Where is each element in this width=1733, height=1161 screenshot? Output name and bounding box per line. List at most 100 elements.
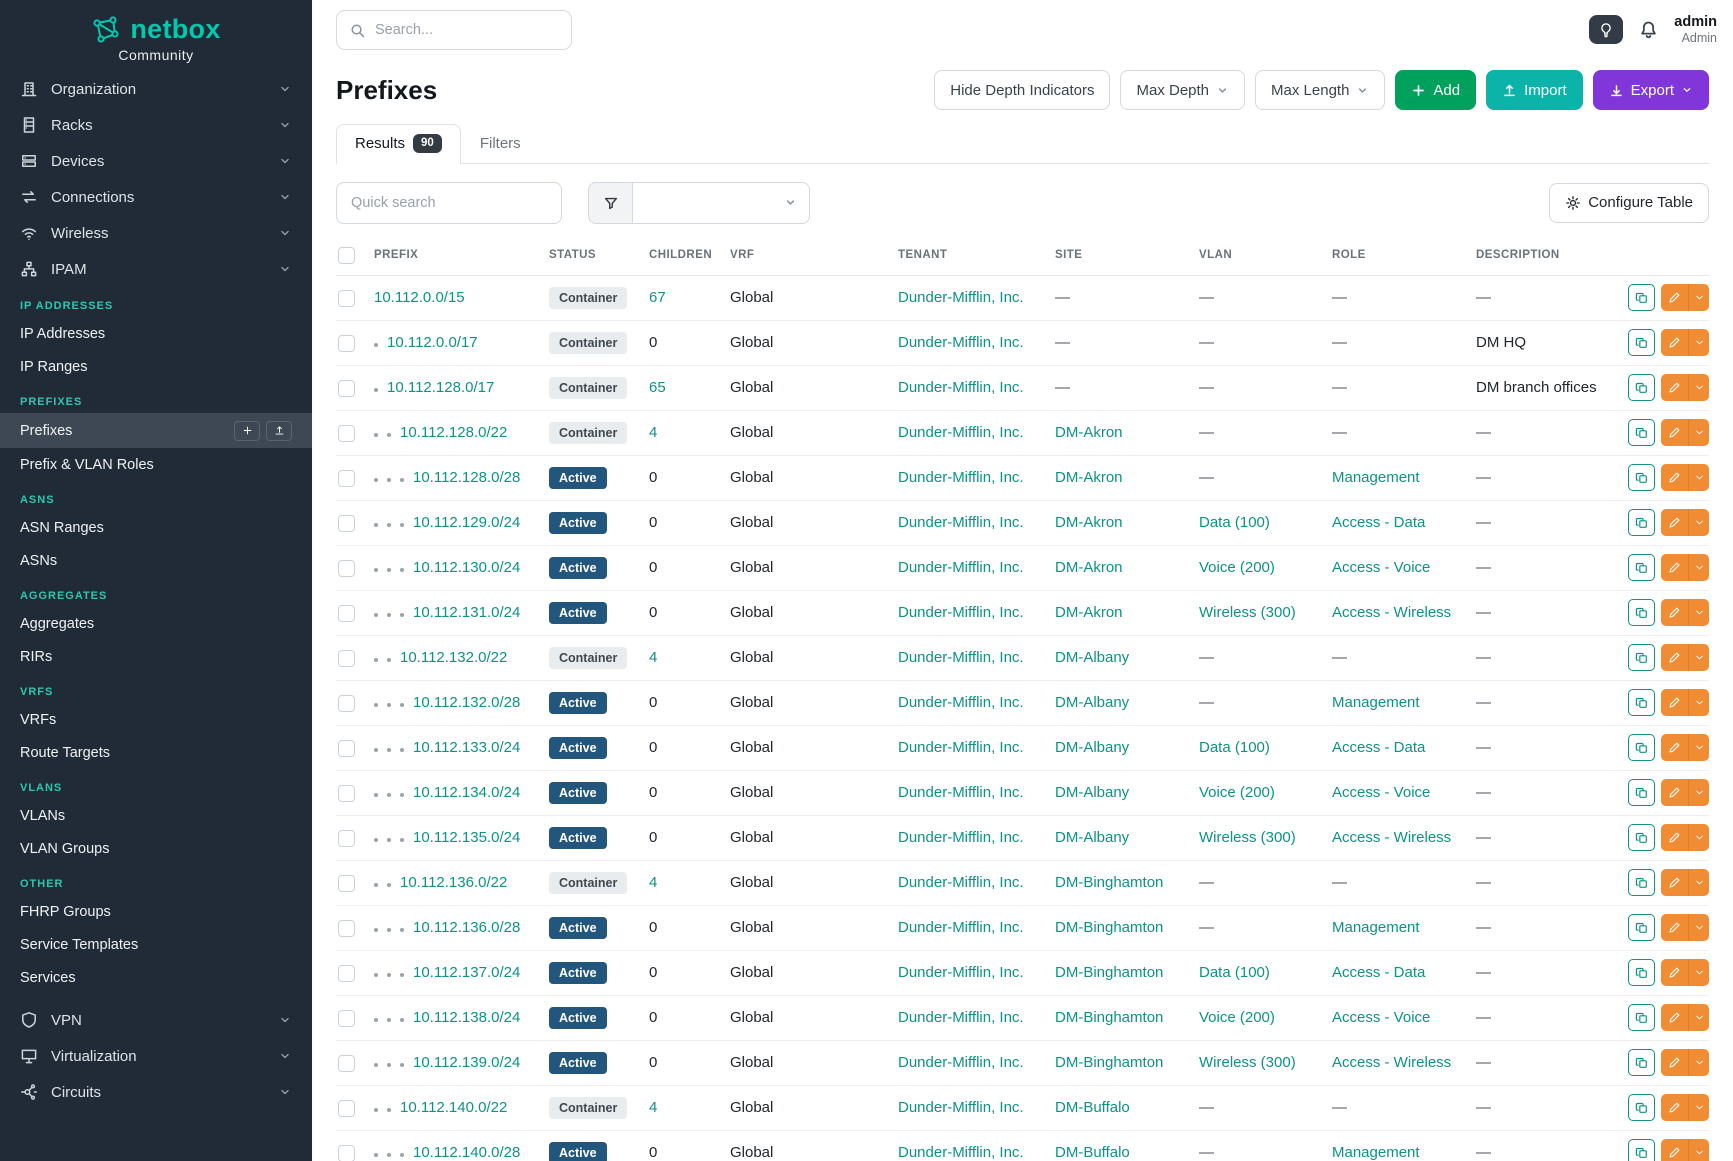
row-checkbox[interactable]	[338, 830, 355, 847]
sidebar-item-devices[interactable]: Devices	[0, 143, 312, 179]
prefix-link[interactable]: 10.112.133.0/24	[413, 739, 520, 756]
prefix-link[interactable]: 10.112.131.0/24	[413, 604, 520, 621]
row-checkbox[interactable]	[338, 605, 355, 622]
row-checkbox[interactable]	[338, 290, 355, 307]
quick-search-input[interactable]	[336, 182, 562, 224]
prefix-link[interactable]: 10.112.140.0/22	[400, 1099, 507, 1116]
copy-button[interactable]	[1628, 509, 1655, 536]
prefix-link[interactable]: 10.112.134.0/24	[413, 784, 520, 801]
select-all-checkbox[interactable]	[338, 247, 355, 264]
row-checkbox[interactable]	[338, 920, 355, 937]
vlan-link[interactable]: Voice (200)	[1199, 1009, 1275, 1026]
sidebar-link-vlans[interactable]: VLANs	[0, 799, 312, 832]
vlan-link[interactable]: Voice (200)	[1199, 784, 1275, 801]
tenant-link[interactable]: Dunder-Mifflin, Inc.	[898, 829, 1024, 846]
sidebar-item-wireless[interactable]: Wireless	[0, 215, 312, 251]
column-header-site[interactable]: Site	[1055, 236, 1199, 276]
column-header-prefix[interactable]: Prefix	[374, 236, 549, 276]
edit-dropdown-button[interactable]	[1688, 464, 1709, 491]
sidebar-item-racks[interactable]: Racks	[0, 107, 312, 143]
edit-dropdown-button[interactable]	[1688, 689, 1709, 716]
copy-button[interactable]	[1628, 914, 1655, 941]
sidebar-item-connections[interactable]: Connections	[0, 179, 312, 215]
vlan-link[interactable]: Wireless (300)	[1199, 604, 1296, 621]
copy-button[interactable]	[1628, 1139, 1655, 1161]
vlan-link[interactable]: Data (100)	[1199, 514, 1270, 531]
tenant-link[interactable]: Dunder-Mifflin, Inc.	[898, 514, 1024, 531]
max-length-dropdown[interactable]: Max Length	[1255, 70, 1385, 110]
site-link[interactable]: DM-Binghamton	[1055, 1054, 1163, 1071]
prefix-link[interactable]: 10.112.136.0/28	[413, 919, 520, 936]
prefix-link[interactable]: 10.112.0.0/17	[387, 334, 478, 351]
edit-button[interactable]	[1661, 509, 1688, 536]
theme-toggle-button[interactable]	[1589, 15, 1623, 44]
edit-button[interactable]	[1661, 689, 1688, 716]
sidebar-link-services[interactable]: Services	[0, 961, 312, 994]
tenant-link[interactable]: Dunder-Mifflin, Inc.	[898, 604, 1024, 621]
prefix-link[interactable]: 10.112.128.0/28	[413, 469, 520, 486]
edit-button[interactable]	[1661, 1139, 1688, 1161]
tenant-link[interactable]: Dunder-Mifflin, Inc.	[898, 964, 1024, 981]
row-checkbox[interactable]	[338, 785, 355, 802]
edit-dropdown-button[interactable]	[1688, 419, 1709, 446]
sidebar-item-organization[interactable]: Organization	[0, 71, 312, 107]
sidebar-item-circuits[interactable]: Circuits	[0, 1074, 312, 1110]
column-header-children[interactable]: Children	[649, 236, 730, 276]
site-link[interactable]: DM-Binghamton	[1055, 874, 1163, 891]
edit-button[interactable]	[1661, 959, 1688, 986]
sidebar-link-ip-addresses[interactable]: IP Addresses	[0, 317, 312, 350]
edit-button[interactable]	[1661, 914, 1688, 941]
sidebar-link-vrfs[interactable]: VRFs	[0, 703, 312, 736]
edit-dropdown-button[interactable]	[1688, 734, 1709, 761]
edit-button[interactable]	[1661, 734, 1688, 761]
children-link[interactable]: 4	[649, 874, 657, 891]
prefix-link[interactable]: 10.112.130.0/24	[413, 559, 520, 576]
edit-dropdown-button[interactable]	[1688, 1049, 1709, 1076]
edit-dropdown-button[interactable]	[1688, 644, 1709, 671]
edit-dropdown-button[interactable]	[1688, 509, 1709, 536]
row-checkbox[interactable]	[338, 650, 355, 667]
role-link[interactable]: Access - Voice	[1332, 1009, 1430, 1026]
export-button[interactable]: Export	[1593, 70, 1709, 110]
children-link[interactable]: 65	[649, 379, 666, 396]
edit-dropdown-button[interactable]	[1688, 1004, 1709, 1031]
role-link[interactable]: Management	[1332, 1144, 1420, 1161]
site-link[interactable]: DM-Buffalo	[1055, 1144, 1130, 1161]
copy-button[interactable]	[1628, 599, 1655, 626]
prefix-link[interactable]: 10.112.137.0/24	[413, 964, 520, 981]
vlan-link[interactable]: Wireless (300)	[1199, 829, 1296, 846]
prefix-link[interactable]: 10.112.135.0/24	[413, 829, 520, 846]
tenant-link[interactable]: Dunder-Mifflin, Inc.	[898, 469, 1024, 486]
tenant-link[interactable]: Dunder-Mifflin, Inc.	[898, 649, 1024, 666]
site-link[interactable]: DM-Akron	[1055, 514, 1123, 531]
tenant-link[interactable]: Dunder-Mifflin, Inc.	[898, 1009, 1024, 1026]
edit-dropdown-button[interactable]	[1688, 959, 1709, 986]
row-checkbox[interactable]	[338, 1145, 355, 1161]
edit-button[interactable]	[1661, 599, 1688, 626]
sidebar-item-vpn[interactable]: VPN	[0, 1002, 312, 1038]
brand-name[interactable]: netbox	[130, 14, 220, 45]
vlan-link[interactable]: Wireless (300)	[1199, 1054, 1296, 1071]
add-button[interactable]: Add	[1395, 70, 1476, 110]
vlan-link[interactable]: Data (100)	[1199, 739, 1270, 756]
edit-button[interactable]	[1661, 464, 1688, 491]
vlan-link[interactable]: Voice (200)	[1199, 559, 1275, 576]
column-header-status[interactable]: Status	[549, 236, 649, 276]
sidebar-link-prefix-vlan-roles[interactable]: Prefix & VLAN Roles	[0, 448, 312, 481]
site-link[interactable]: DM-Buffalo	[1055, 1099, 1130, 1116]
role-link[interactable]: Management	[1332, 469, 1420, 486]
role-link[interactable]: Management	[1332, 919, 1420, 936]
column-header-vlan[interactable]: VLAN	[1199, 236, 1332, 276]
tenant-link[interactable]: Dunder-Mifflin, Inc.	[898, 694, 1024, 711]
site-link[interactable]: DM-Akron	[1055, 604, 1123, 621]
edit-button[interactable]	[1661, 419, 1688, 446]
tab-filters[interactable]: Filters	[461, 125, 540, 163]
prefix-link[interactable]: 10.112.129.0/24	[413, 514, 520, 531]
role-link[interactable]: Access - Voice	[1332, 559, 1430, 576]
filter-button[interactable]	[588, 182, 632, 224]
copy-button[interactable]	[1628, 1004, 1655, 1031]
sidebar-item-ipam[interactable]: IPAM	[0, 251, 312, 287]
copy-button[interactable]	[1628, 824, 1655, 851]
prefix-link[interactable]: 10.112.128.0/17	[387, 379, 494, 396]
edit-dropdown-button[interactable]	[1688, 329, 1709, 356]
